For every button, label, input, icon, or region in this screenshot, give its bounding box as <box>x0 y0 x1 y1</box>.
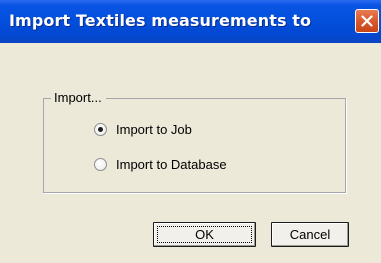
close-button[interactable] <box>355 9 379 33</box>
cancel-button[interactable]: Cancel <box>271 222 349 247</box>
import-groupbox <box>43 98 346 193</box>
radio-selected-dot <box>98 126 103 132</box>
radio-option-import-to-job[interactable]: Import to Job <box>94 121 192 137</box>
import-to-database-radio[interactable] <box>94 157 107 171</box>
import-to-job-label[interactable]: Import to Job <box>116 122 192 137</box>
ok-focus-ring <box>157 226 252 243</box>
close-icon <box>361 15 373 27</box>
import-to-database-label[interactable]: Import to Database <box>116 157 227 172</box>
title-bar[interactable]: Import Textiles measurements to <box>0 0 381 43</box>
cancel-button-label: Cancel <box>289 227 331 242</box>
dialog-title: Import Textiles measurements to <box>9 11 312 30</box>
import-group-label: Import... <box>51 90 106 106</box>
ok-button[interactable]: OK <box>153 222 256 247</box>
import-dialog: Import Textiles measurements to Import..… <box>0 0 381 263</box>
radio-option-import-to-database[interactable]: Import to Database <box>94 156 227 172</box>
import-to-job-radio[interactable] <box>94 122 107 136</box>
